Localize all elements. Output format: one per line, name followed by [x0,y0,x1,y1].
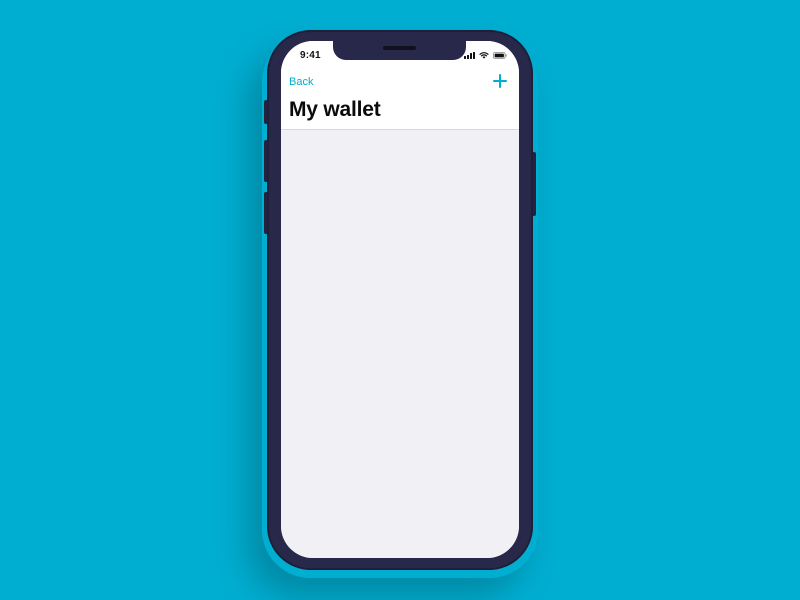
stage: 9:41 Back My wallet [0,0,800,600]
device-notch [333,41,466,60]
wallet-content-area [281,130,519,558]
back-button[interactable]: Back [289,76,313,88]
status-icons [464,51,507,59]
battery-icon [493,51,507,59]
speaker-grille [383,46,416,50]
plus-icon[interactable] [493,74,507,88]
wifi-icon [479,51,489,59]
phone-screen: 9:41 Back My wallet [281,41,519,558]
status-time: 9:41 [300,50,321,61]
navigation-header: 9:41 Back My wallet [281,41,519,130]
signal-icon [464,51,475,59]
page-title: My wallet [289,98,381,121]
